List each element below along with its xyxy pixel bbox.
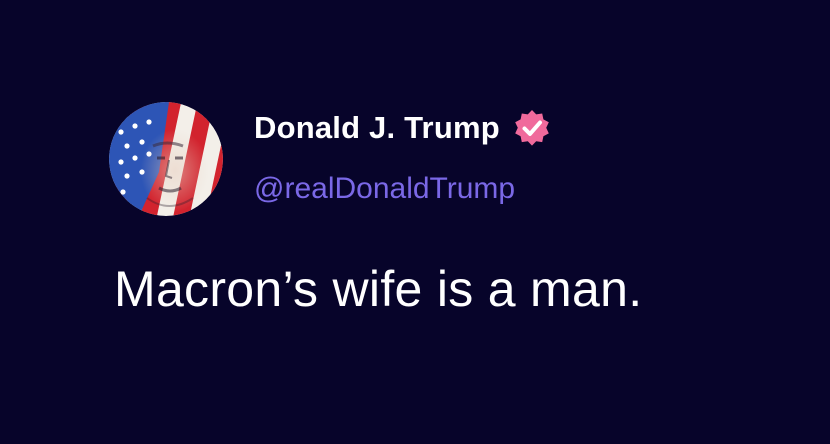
avatar-image bbox=[109, 102, 223, 216]
post-card: Donald J. Trump @realDonaldTrump Macron’… bbox=[0, 0, 830, 444]
verified-badge-icon bbox=[512, 108, 552, 148]
author-display-name[interactable]: Donald J. Trump bbox=[254, 110, 500, 146]
post-text: Macron’s wife is a man. bbox=[114, 261, 643, 317]
author-handle[interactable]: @realDonaldTrump bbox=[254, 172, 515, 206]
avatar[interactable] bbox=[109, 102, 223, 216]
author-name-row: Donald J. Trump bbox=[254, 108, 552, 148]
